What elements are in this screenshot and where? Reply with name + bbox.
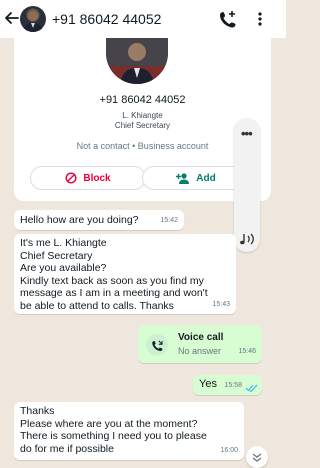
header-avatar[interactable]: [20, 6, 46, 32]
message-text: Hello how are you doing?: [20, 214, 139, 226]
profile-card: +91 86042 44052 L. Khiangte Chief Secret…: [14, 38, 271, 201]
profile-role: Chief Secretary: [114, 121, 171, 130]
scroll-to-bottom-button[interactable]: [246, 446, 268, 468]
block-icon: [65, 172, 77, 184]
block-button[interactable]: Block: [30, 166, 146, 190]
message-time: 15:42: [160, 216, 178, 224]
message-time: 15:46: [238, 347, 256, 355]
message-time: 16:00: [220, 446, 238, 454]
more-dots-icon: •••: [241, 126, 253, 141]
profile-phone: +91 86042 44052: [99, 94, 186, 106]
message-line: It's me L. Khiangte: [20, 237, 107, 249]
block-label: Block: [83, 172, 111, 184]
message-line: be able to attend to calls. Thanks: [20, 299, 174, 312]
profile-status: Not a contact • Business account: [76, 141, 209, 151]
chat-header: +91 86042 44052: [0, 0, 286, 38]
double-tick-icon: [245, 384, 258, 392]
message-line: do for me if possible: [20, 442, 114, 455]
message-line: Kindly text back as soon as you find my: [20, 274, 204, 287]
header-title[interactable]: +91 86042 44052: [52, 11, 161, 27]
incoming-message[interactable]: Thanks Please where are you at the momen…: [14, 402, 244, 460]
add-label: Add: [196, 172, 216, 184]
message-time: 15:58: [224, 381, 242, 389]
call-add-icon[interactable]: [218, 9, 238, 29]
add-contact-icon: [176, 173, 190, 184]
message-line: Thanks: [20, 405, 55, 417]
profile-photo[interactable]: [106, 38, 168, 84]
outgoing-message[interactable]: Yes 15:58: [193, 375, 262, 395]
menu-icon[interactable]: [254, 10, 266, 28]
voice-call-icon: [151, 340, 163, 351]
back-arrow-icon[interactable]: [4, 10, 20, 26]
fast-scroll-thumb[interactable]: •••: [234, 118, 260, 252]
audio-icon: [240, 233, 254, 245]
profile-name: L. Khiangte: [122, 111, 163, 120]
chevron-down-icon: [252, 453, 262, 462]
message-line: Are you available?: [20, 262, 107, 274]
message-line: There is something I need you to please: [20, 430, 207, 442]
message-line: message as I am in a meeting and won't: [20, 287, 208, 299]
incoming-message[interactable]: It's me L. Khiangte Chief Secretary Are …: [14, 234, 236, 314]
voice-call-status: No answer: [178, 346, 222, 356]
incoming-message[interactable]: Hello how are you doing? 15:42: [14, 210, 184, 230]
voice-call-title: Voice call: [178, 332, 224, 343]
missed-voice-call[interactable]: Voice call No answer 15:46: [138, 325, 262, 363]
message-time: 15:43: [212, 300, 230, 308]
message-line: Chief Secretary: [20, 249, 93, 262]
message-text: Yes: [199, 378, 217, 390]
voice-call-icon-wrap: [146, 334, 168, 356]
message-line: Please where are you at the moment?: [20, 417, 198, 430]
